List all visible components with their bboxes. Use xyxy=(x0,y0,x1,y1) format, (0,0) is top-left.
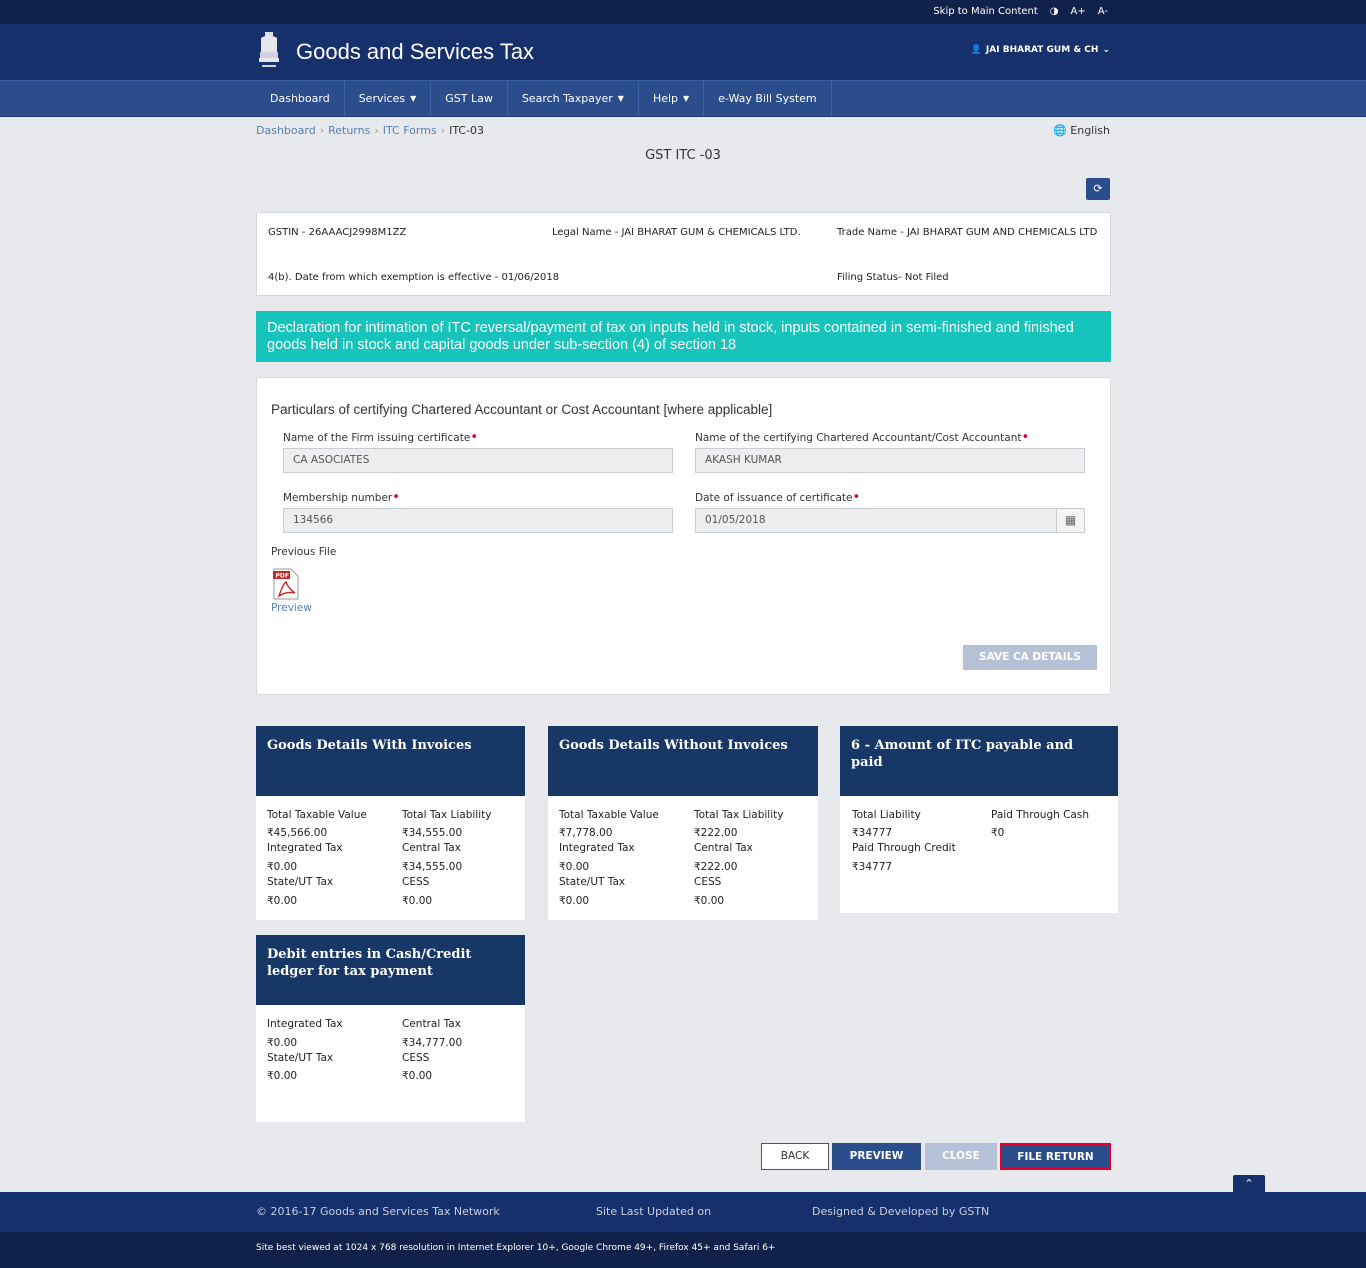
nav-eway-bill[interactable]: e-Way Bill System xyxy=(704,81,832,116)
declaration-banner: Declaration for intimation of ITC revers… xyxy=(256,311,1111,362)
legal-name: Legal Name - JAI BHARAT GUM & CHEMICALS … xyxy=(552,227,801,238)
gstin: GSTIN - 26AAACJ2998M1ZZ xyxy=(268,227,407,238)
footer-bottom: Site best viewed at 1024 x 768 resolutio… xyxy=(0,1232,1366,1268)
nav-dashboard[interactable]: Dashboard xyxy=(256,81,345,116)
font-increase-button[interactable]: A+ xyxy=(1071,6,1086,17)
accountant-name-label: Name of the certifying Chartered Account… xyxy=(695,430,1030,445)
close-button[interactable]: CLOSE xyxy=(925,1143,997,1170)
card-title: Goods Details Without Invoices xyxy=(548,726,818,796)
site-title[interactable]: Goods and Services Tax xyxy=(296,39,534,65)
back-button[interactable]: BACK xyxy=(761,1143,829,1170)
page-title: GST ITC -03 xyxy=(645,148,721,163)
calendar-icon[interactable]: ▦ xyxy=(1056,508,1085,533)
card-debit-entries[interactable]: Debit entries in Cash/Credit ledger for … xyxy=(256,935,525,1122)
user-icon: 👤 xyxy=(970,45,982,55)
footer-copyright: © 2016-17 Goods and Services Tax Network xyxy=(256,1205,500,1218)
svg-text:PDF: PDF xyxy=(276,573,289,580)
ca-details-panel: Particulars of certifying Chartered Acco… xyxy=(256,377,1111,695)
user-name: JAI BHARAT GUM & CH xyxy=(985,45,1099,55)
caret-down-icon: ▼ xyxy=(410,94,417,103)
refresh-button[interactable]: ⟳ xyxy=(1086,178,1110,200)
refresh-icon: ⟳ xyxy=(1093,182,1103,195)
date-label: Date of issuance of certificate• xyxy=(695,490,861,505)
chevron-down-icon: ⌄ xyxy=(1102,45,1110,55)
font-decrease-button[interactable]: A- xyxy=(1098,6,1108,17)
caret-down-icon: ▼ xyxy=(683,94,690,103)
trade-name: Trade Name - JAI BHARAT GUM AND CHEMICAL… xyxy=(837,227,1098,238)
breadcrumb-itc-forms[interactable]: ITC Forms xyxy=(383,124,437,137)
firm-name-input[interactable]: CA ASOCIATES xyxy=(283,448,673,473)
nav-gst-law[interactable]: GST Law xyxy=(431,81,508,116)
breadcrumb-dashboard[interactable]: Dashboard xyxy=(256,124,316,137)
breadcrumb-current: ITC-03 xyxy=(449,124,485,137)
preview-file-link[interactable]: Preview xyxy=(271,602,312,614)
accountant-name-input[interactable]: AKASH KUMAR xyxy=(695,448,1085,473)
required-marker: • xyxy=(852,490,861,505)
card-itc-payable[interactable]: 6 - Amount of ITC payable and paid Total… xyxy=(840,726,1118,913)
skip-to-main-link[interactable]: Skip to Main Content xyxy=(933,6,1037,17)
user-menu[interactable]: 👤 JAI BHARAT GUM & CH ⌄ xyxy=(971,45,1110,55)
card-title: 6 - Amount of ITC payable and paid xyxy=(840,726,1118,796)
card-goods-with-invoices[interactable]: Goods Details With Invoices Total Taxabl… xyxy=(256,726,525,920)
card-goods-without-invoices[interactable]: Goods Details Without Invoices Total Tax… xyxy=(548,726,818,920)
file-return-button[interactable]: FILE RETURN xyxy=(1000,1143,1111,1170)
site-header: Goods and Services Tax 👤 JAI BHARAT GUM … xyxy=(0,24,1366,80)
footer: © 2016-17 Goods and Services Tax Network… xyxy=(0,1192,1366,1232)
ca-heading: Particulars of certifying Chartered Acco… xyxy=(271,402,773,417)
globe-icon: 🌐 xyxy=(1053,124,1067,137)
card-title: Goods Details With Invoices xyxy=(256,726,525,796)
taxpayer-info: GSTIN - 26AAACJ2998M1ZZ Legal Name - JAI… xyxy=(256,212,1111,296)
save-ca-details-button[interactable]: SAVE CA DETAILS xyxy=(963,645,1097,670)
membership-label: Membership number• xyxy=(283,490,400,505)
emblem-icon xyxy=(259,32,279,67)
footer-best-viewed: Site best viewed at 1024 x 768 resolutio… xyxy=(256,1243,776,1253)
membership-input[interactable]: 134566 xyxy=(283,508,673,533)
top-strip: Skip to Main Content ◑ A+ A- xyxy=(0,0,1366,24)
date-input[interactable]: 01/05/2018 xyxy=(695,508,1057,533)
nav-services[interactable]: Services ▼ xyxy=(345,81,432,116)
exemption-date: 4(b). Date from which exemption is effec… xyxy=(268,272,560,283)
nav-search-taxpayer[interactable]: Search Taxpayer ▼ xyxy=(508,81,639,116)
breadcrumb: Dashboard › Returns › ITC Forms › ITC-03 xyxy=(256,124,485,137)
main-nav: Dashboard Services ▼ GST Law Search Taxpa… xyxy=(0,80,1366,117)
required-marker: • xyxy=(470,430,478,445)
caret-down-icon: ▼ xyxy=(617,94,624,103)
pdf-icon[interactable]: PDF xyxy=(273,568,299,600)
scroll-to-top-button[interactable]: ⌃ xyxy=(1233,1175,1265,1192)
chevron-up-icon: ⌃ xyxy=(1244,1177,1254,1190)
previous-file-label: Previous File xyxy=(271,546,337,558)
preview-button[interactable]: PREVIEW xyxy=(832,1143,921,1170)
required-marker: • xyxy=(1021,430,1030,445)
nav-help[interactable]: Help ▼ xyxy=(639,81,705,116)
filing-status: Filing Status- Not Filed xyxy=(837,272,949,283)
breadcrumb-returns[interactable]: Returns xyxy=(328,124,370,137)
language-selector[interactable]: 🌐 English xyxy=(1053,124,1110,137)
contrast-icon[interactable]: ◑ xyxy=(1050,6,1059,17)
footer-updated: Site Last Updated on xyxy=(596,1205,712,1218)
footer-designed: Designed & Developed by GSTN xyxy=(812,1205,990,1218)
firm-name-label: Name of the Firm issuing certificate• xyxy=(283,430,478,445)
card-title: Debit entries in Cash/Credit ledger for … xyxy=(256,935,525,1005)
required-marker: • xyxy=(392,490,400,505)
